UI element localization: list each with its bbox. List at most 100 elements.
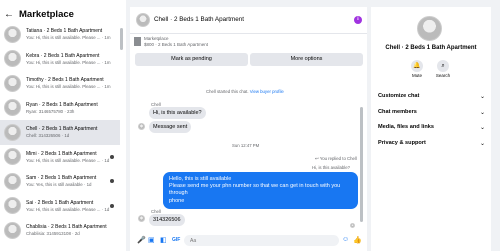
listing-thumbnail [134,37,141,46]
sidebar-header: ← Marketplace [4,6,122,22]
chat-name: Ryan · 2 Beds 1 Bath Apartment [26,101,98,108]
microphone-icon[interactable]: 🎤 [137,236,146,244]
message-out: Hello, this is still available Please se… [163,172,358,209]
message-out-line: Hello, this is still available [169,176,232,182]
read-receipt-avatar [350,223,355,228]
message-out-line: phone [169,197,185,204]
bell-icon: 🔔 [411,60,423,72]
chat-list: Tatiana · 2 Beds 1 Bath Apartment You: Hi… [0,22,120,243]
profile-avatar [417,16,442,41]
chat-preview: You: Hi, this is still available. Please… [26,59,111,65]
view-buyer-profile-link[interactable]: View buyer profile [250,89,284,94]
message-out-line: Please send me your phn number so that w… [169,183,341,197]
chat-preview: Chell: 314326506 · 1d [26,133,70,139]
avatar [4,74,21,92]
conversation-header: Chell · 2 Beds 1 Bath Apartment i [130,7,367,34]
sender-avatar [138,215,145,222]
chat-item[interactable]: Ryan · 2 Beds 1 Bath Apartment Ryan: 3146… [0,96,120,121]
chat-item[interactable]: Tatiana · 2 Beds 1 Bath Apartment You: Hi… [0,22,120,47]
chat-item[interactable]: Timothy · 2 Beds 1 Bath Apartment You: Hi… [0,71,120,96]
more-options-button[interactable]: More options [250,53,363,66]
section-label: Media, files and links [378,124,434,130]
sidebar-title: Marketplace [19,8,74,20]
sidebar-scrollbar[interactable] [120,28,123,50]
mute-label: Mute [411,73,422,78]
chat-name: Sai · 2 Beds 1 Bath Apartment [26,199,94,206]
section-customize-chat[interactable]: Customize chat ⌄ [378,93,485,100]
section-chat-members[interactable]: Chat members ⌄ [378,109,485,116]
chat-name: Chablisia · 2 Beds 1 Bath Apartment [26,224,107,231]
chat-item[interactable]: Kebra · 2 Beds 1 Bath Apartment You: Hi, … [0,47,120,72]
chat-name: Sam · 2 Beds 1 Bath Apartment [26,175,97,182]
chevron-down-icon: ⌄ [479,125,485,131]
info-icon[interactable]: i [354,16,362,24]
image-icon[interactable]: ▣ [148,236,155,244]
chevron-down-icon: ⌄ [479,110,485,116]
arrow-left-icon[interactable]: ← [4,9,16,20]
listing-summary[interactable]: Marketplace $800 · 2 Beds 1 Bath Apartme… [134,36,209,48]
chat-preview: You: Yes, this is still available · 1d [26,182,92,188]
chat-preview: You: Hi, this is still available. Please… [26,157,110,163]
chat-name: Mimi · 2 Beds 1 Bath Apartment [26,150,97,157]
thumbs-up-icon[interactable]: 👍 [353,236,362,244]
mute-action[interactable]: 🔔 Mute [407,60,427,78]
reply-text: You replied to Chell [319,156,357,161]
seen-avatar-icon [110,154,114,159]
section-label: Privacy & support [378,140,426,146]
chat-started-notice: Chell started this chat. View buyer prof… [206,89,284,94]
avatar [4,172,21,190]
emoji-icon[interactable]: ☺ [342,236,349,243]
search-action[interactable]: ⌕ Search [433,60,453,78]
chat-item[interactable]: Chablisia · 2 Beds 1 Bath Apartment Chabl… [0,218,120,243]
conversation-panel: Chell · 2 Beds 1 Bath Apartment i Market… [130,7,367,251]
chat-item-active[interactable]: Chell · 2 Beds 1 Bath Apartment Chell: 31… [0,120,120,145]
chat-preview: You: Hi, this is still available. Please… [26,84,111,90]
message-in: Hi, is this available? [149,107,206,119]
chat-name: Tatiana · 2 Beds 1 Bath Apartment [26,28,103,35]
chat-item[interactable]: Mimi · 2 Beds 1 Bath Apartment You: Hi, t… [0,145,120,170]
conversation-scrollbar[interactable] [360,107,363,222]
avatar [4,197,21,215]
sender-avatar [138,123,145,130]
section-privacy-support[interactable]: Privacy & support ⌄ [378,140,485,147]
chat-preview: Chablisia: 3145913108 · 2d [26,231,80,237]
reply-notice: ↩ You replied to Chell [315,156,357,162]
timestamp: Sun 12:47 PM [232,143,260,148]
profile-panel: Chell · 2 Beds 1 Bath Apartment 🔔 Mute ⌕… [371,7,491,251]
section-media-files-links[interactable]: Media, files and links ⌄ [378,124,485,131]
avatar [4,25,21,43]
chat-item[interactable]: Sai · 2 Beds 1 Bath Apartment You: Hi, th… [0,194,120,219]
avatar [4,148,21,166]
gif-icon[interactable]: GIF [172,237,180,243]
message-input[interactable] [184,235,339,246]
chat-started-text: Chell started this chat. [206,89,249,94]
listing-text: $800 · 2 Beds 1 Bath Apartment [144,42,209,47]
section-label: Customize chat [378,93,420,99]
seen-avatar-icon [110,179,114,183]
search-label: Search [435,73,451,78]
chat-name: Kebra · 2 Beds 1 Bath Apartment [26,52,100,59]
chat-preview: You: Hi, this is still available. Please… [26,206,110,212]
message-in: Message sent [149,121,192,133]
chat-name: Timothy · 2 Beds 1 Bath Apartment [26,77,104,84]
sticker-icon[interactable]: ◧ [160,236,167,244]
profile-name: Chell · 2 Beds 1 Bath Apartment [385,45,477,51]
avatar[interactable] [136,13,150,27]
chat-name: Chell · 2 Beds 1 Bath Apartment [26,126,98,133]
chat-preview: Ryan: 3146575780 · 23h [26,108,75,114]
conversation-title[interactable]: Chell · 2 Beds 1 Bath Apartment [154,16,244,23]
chat-item[interactable]: Sam · 2 Beds 1 Bath Apartment You: Yes, t… [0,169,120,194]
avatar [4,123,21,141]
avatar [4,99,21,117]
section-label: Chat members [378,109,417,115]
seen-avatar-icon [110,203,114,208]
chevron-down-icon: ⌄ [479,94,485,100]
avatar [4,50,21,68]
chevron-down-icon: ⌄ [479,141,485,147]
marketplace-sidebar: ← Marketplace Tatiana · 2 Beds 1 Bath Ap… [0,0,126,251]
search-icon: ⌕ [437,60,449,72]
mark-pending-button[interactable]: Mark as pending [135,53,248,66]
quoted-message: Hi, is this available? [312,165,350,170]
avatar [4,221,21,239]
chat-preview: You: Hi, this is still available. Please… [26,35,111,41]
